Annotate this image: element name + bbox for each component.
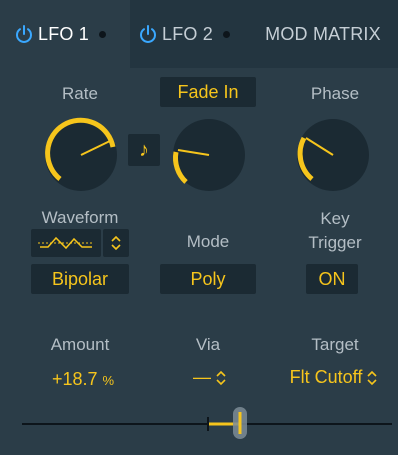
- eighth-note-icon: ♪: [139, 138, 149, 161]
- mode-button[interactable]: Poly: [160, 264, 256, 294]
- status-dot: [223, 30, 231, 38]
- fade-in-button[interactable]: Fade In: [160, 77, 256, 107]
- waveform-shape-selector[interactable]: [31, 229, 101, 257]
- tab-lfo-2-label: LFO 2: [162, 23, 214, 44]
- status-dot: [99, 30, 107, 38]
- up-down-chevron-icon: [216, 370, 226, 385]
- target-selector[interactable]: Flt Cutoff: [276, 367, 392, 388]
- tab-mod-matrix[interactable]: MOD MATRIX: [248, 0, 398, 68]
- waveform-shape-icon: [38, 236, 94, 250]
- sync-note-button[interactable]: ♪: [128, 134, 160, 166]
- rate-label: Rate: [62, 84, 98, 103]
- waveform-label: Waveform: [41, 208, 119, 227]
- target-value: Flt Cutoff: [289, 367, 363, 387]
- amount-value: +18.7: [51, 369, 98, 389]
- tab-mod-matrix-label: MOD MATRIX: [265, 23, 381, 44]
- up-down-chevron-icon: [367, 370, 377, 385]
- amount-value-field[interactable]: +18.7 %: [38, 369, 128, 390]
- via-value: —: [193, 367, 211, 387]
- tab-lfo-2[interactable]: LFO 2: [130, 0, 248, 68]
- lfo-panel: LFO 1 LFO 2 MOD MATRIX Rate Fade In Phas…: [0, 0, 398, 455]
- fade-in-knob[interactable]: [166, 112, 252, 198]
- amount-slider[interactable]: [22, 404, 392, 440]
- target-label: Target: [311, 335, 359, 354]
- tab-lfo-1[interactable]: LFO 1: [0, 0, 130, 68]
- waveform-stepper[interactable]: [103, 229, 129, 257]
- rate-knob[interactable]: [38, 112, 124, 198]
- tab-bar: LFO 1 LFO 2 MOD MATRIX: [0, 0, 398, 68]
- mode-label: Mode: [186, 232, 230, 251]
- power-icon[interactable]: [138, 24, 158, 44]
- amount-label: Amount: [50, 335, 110, 354]
- amount-unit: %: [102, 373, 115, 388]
- key-trigger-button[interactable]: ON: [306, 264, 358, 294]
- key-trigger-label: Key Trigger: [285, 207, 385, 255]
- via-label: Via: [195, 335, 221, 354]
- phase-knob[interactable]: [290, 112, 376, 198]
- waveform-polarity-button[interactable]: Bipolar: [31, 264, 129, 294]
- tab-lfo-1-label: LFO 1: [38, 23, 90, 44]
- phase-label: Phase: [310, 84, 360, 103]
- key-trigger-label-line1: Key: [320, 209, 350, 228]
- up-down-chevron-icon: [111, 235, 121, 251]
- key-trigger-label-line2: Trigger: [308, 233, 362, 252]
- power-icon[interactable]: [14, 24, 34, 44]
- via-selector[interactable]: —: [180, 367, 240, 388]
